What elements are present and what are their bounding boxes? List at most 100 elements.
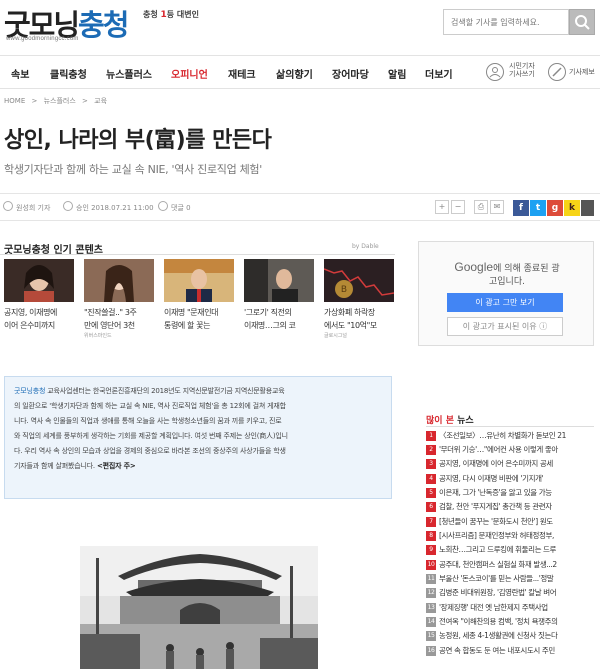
popular-card[interactable]: "진작쓸걸.." 3주 만에 영단어 3천 위버스마인드 (84, 259, 154, 339)
most-read-item[interactable]: 2 '무더위 기승'…"에어컨 사용 이렇게 좋아 (426, 443, 594, 457)
breadcrumb: HOME > 뉴스플러스 > 교육 (4, 96, 111, 106)
breadcrumb-section[interactable]: 뉴스플러스 (44, 97, 76, 105)
tagline: 충청 1등 대변인 (143, 9, 199, 20)
most-read-item[interactable]: 15 농정원, 세종 4-1생활권에 신청사 짓는다 (426, 629, 594, 643)
font-increase-button[interactable]: + (435, 200, 449, 214)
most-read-item[interactable]: 3 공지영, 이재명에 이어 은수미까지 공세 (426, 457, 594, 471)
most-read-item[interactable]: 16 공연 속 합동도 둔 여는 내포시도시 주민 (426, 644, 594, 658)
most-read-item[interactable]: 11 부울산 '돈스코이'를 믿는 사람들...'정말 (426, 572, 594, 586)
article-photo (80, 546, 318, 669)
most-read-item[interactable]: 4 공지영, 다시 이재명 비판에 '기지개' (426, 472, 594, 486)
card-source: 위버스마인드 (84, 333, 112, 339)
facebook-share-button[interactable]: f (513, 200, 529, 216)
comment-count[interactable]: 댓글 0 (171, 203, 191, 213)
citizen-reporter-link[interactable]: 시민기자 기사쓰기 (509, 62, 535, 78)
rank-badge: 5 (426, 488, 436, 498)
tagline-pre: 충청 (143, 10, 161, 19)
reporter-label-2: 기사쓰기 (509, 70, 535, 78)
article-date: 승인 2018.07.21 11:00 (76, 204, 154, 212)
most-read-item[interactable]: 6 검찰, 천안 '푸지게집' 총간책 등 관련자 (426, 500, 594, 514)
ad-text-2: 고입니다. (489, 277, 525, 287)
more-share-button[interactable] (581, 200, 594, 216)
most-read-divider (426, 426, 594, 427)
email-button[interactable]: ✉ (490, 200, 504, 214)
most-read-text: 공주대, 천안캠퍼스 실험실 화재 발생...2 (439, 560, 557, 569)
nav-item-life[interactable]: 삶의향기 (276, 66, 313, 81)
most-read-item[interactable]: 5 이은재, 그가 '난독증'을 앓고 있을 가능 (426, 486, 594, 500)
twitter-share-button[interactable]: t (530, 200, 546, 216)
nav-item-notice[interactable]: 알림 (388, 66, 406, 81)
card-text: "진작쓸걸.." 3주 (84, 308, 137, 317)
kakao-share-button[interactable]: k (564, 200, 580, 216)
ad-text-1: 에 의해 종료된 광 (493, 264, 560, 274)
intro-line: 굿모닝충청 교육사업센터는 한국언론진흥재단의 2018년도 지역신문발전기금 … (14, 384, 382, 399)
stop-ad-button[interactable]: 이 광고 그만 보기 (447, 293, 563, 312)
dable-credit[interactable]: by Dable (352, 243, 379, 250)
most-read-item[interactable]: 13 '장제징행' 대전 옛 남한제지 주택사업 (426, 601, 594, 615)
font-decrease-button[interactable]: − (451, 200, 465, 214)
nav-item-opinion[interactable]: 오피니언 (171, 66, 208, 81)
most-read-item[interactable]: 9 노회찬…그리고 드루킹에 휘둘리는 드루 (426, 543, 594, 557)
reporter-icon[interactable] (486, 63, 504, 81)
rank-badge: 1 (426, 431, 436, 441)
most-read-item[interactable]: 10 공주대, 천안캠퍼스 실험실 화재 발생...2 (426, 558, 594, 572)
rank-badge: 3 (426, 459, 436, 469)
breadcrumb-sep: > (82, 97, 88, 105)
nav-item-finance[interactable]: 재테크 (228, 66, 256, 81)
site-header: 굿모닝충청 www.goodmorningcc.com 충청 1등 대변인 (0, 0, 600, 52)
nav-item-forum[interactable]: 장어마당 (332, 66, 369, 81)
intro-line: 다. 우리 역사 속 상인의 모습과 상업을 경제의 중심으로 바라본 조선의 … (14, 447, 286, 455)
print-button[interactable]: ⎙ (474, 200, 488, 214)
nav-item-click[interactable]: 클릭충청 (50, 66, 87, 81)
article-author[interactable]: 원성희 기자 (16, 203, 50, 213)
most-read-item[interactable]: 1 〈조선일보〉…유난히 차별화가 돋보인 21 (426, 429, 594, 443)
card-text: 만에 영단어 3천 (84, 321, 135, 330)
card-source: 글로시그널 (324, 333, 348, 339)
submit-tip-link[interactable]: 기사제보 (569, 68, 595, 76)
most-read-item[interactable]: 7 [청년들이 꿈꾸는 '문화도시 천안'] 원도 (426, 515, 594, 529)
card-text: 에서도 "10억"모 (324, 321, 377, 330)
nav-item-breaking[interactable]: 속보 (11, 66, 29, 81)
popular-card[interactable]: 이재명 "문재인대 통령에 할 꽃는 (164, 259, 234, 331)
rank-badge: 6 (426, 502, 436, 512)
nav-item-more[interactable]: 더보기 (425, 66, 453, 81)
historic-gate-photo (80, 546, 318, 669)
tagline-post: 등 대변인 (166, 10, 200, 19)
most-read-text: 검찰, 천안 '푸지게집' 총간책 등 관련자 (439, 502, 552, 511)
nav-item-newsplus[interactable]: 뉴스플러스 (106, 66, 152, 81)
breadcrumb-home[interactable]: HOME (4, 97, 25, 105)
google-share-button[interactable]: g (547, 200, 563, 216)
most-read-item[interactable]: 8 [시사프리즘] 문재인정부와 허태정정부, (426, 529, 594, 543)
most-read-text: [청년들이 꿈꾸는 '문화도시 천안'] 원도 (439, 517, 553, 526)
popular-card[interactable]: B 가상화폐 하락장 에서도 "10억"모 글로시그널 (323, 259, 395, 339)
most-read-text: '무더위 기승'…"에어컨 사용 이렇게 좋아 (439, 445, 558, 454)
most-read-item[interactable]: 12 김병준 비대위원장, '김영란법' 칼날 벼어 (426, 586, 594, 600)
author-icon (3, 201, 13, 211)
most-read-item[interactable]: 14 전여옥 "이해찬의용 컴백, '정치 욕쟁주의 (426, 615, 594, 629)
intro-line: 니다. 역사 속 인물들의 직업과 생애를 통해 오늘을 사는 학생청소년들의 … (14, 417, 282, 425)
most-read-text: 공지영, 이재명에 이어 은수미까지 공세 (439, 459, 553, 468)
submit-icon[interactable] (548, 63, 566, 81)
rank-badge: 10 (426, 560, 436, 570)
most-read-text: 농정원, 세종 4-1생활권에 신청사 짓는다 (439, 631, 558, 640)
search-button[interactable] (569, 9, 595, 35)
card-thumbnail: B (323, 259, 395, 302)
most-read-title-red: 많이 본 (426, 416, 454, 426)
why-ad-button[interactable]: 이 광고가 표시된 이유 ⓘ (447, 317, 563, 336)
breadcrumb-category[interactable]: 교육 (94, 97, 107, 105)
card-text: 이어 은수미까지 (4, 321, 55, 330)
logo-accent[interactable]: 충청 (78, 8, 129, 42)
popular-card[interactable]: 공지영, 이재명에 이어 은수미까지 (4, 259, 74, 331)
card-text: 가상화폐 하락장 (324, 308, 375, 317)
rank-badge: 7 (426, 517, 436, 527)
popular-card[interactable]: '그로기' 직전의 이재명…그의 코 (244, 259, 314, 331)
article-title: 상인, 나라의 부(富)를 만든다 (4, 128, 272, 153)
most-read-text: [시사프리즘] 문재인정부와 허태정정부, (439, 531, 555, 540)
card-thumbnail (84, 259, 154, 302)
rank-badge: 2 (426, 445, 436, 455)
search-input[interactable] (444, 10, 562, 34)
google-logo: Google (454, 260, 494, 274)
intro-text: 교육사업센터는 한국언론진흥재단의 2018년도 지역신문발전기금 지역신문활용… (45, 387, 285, 395)
most-read-title: 많이 본 뉴스 (426, 413, 474, 426)
rank-badge: 4 (426, 474, 436, 484)
